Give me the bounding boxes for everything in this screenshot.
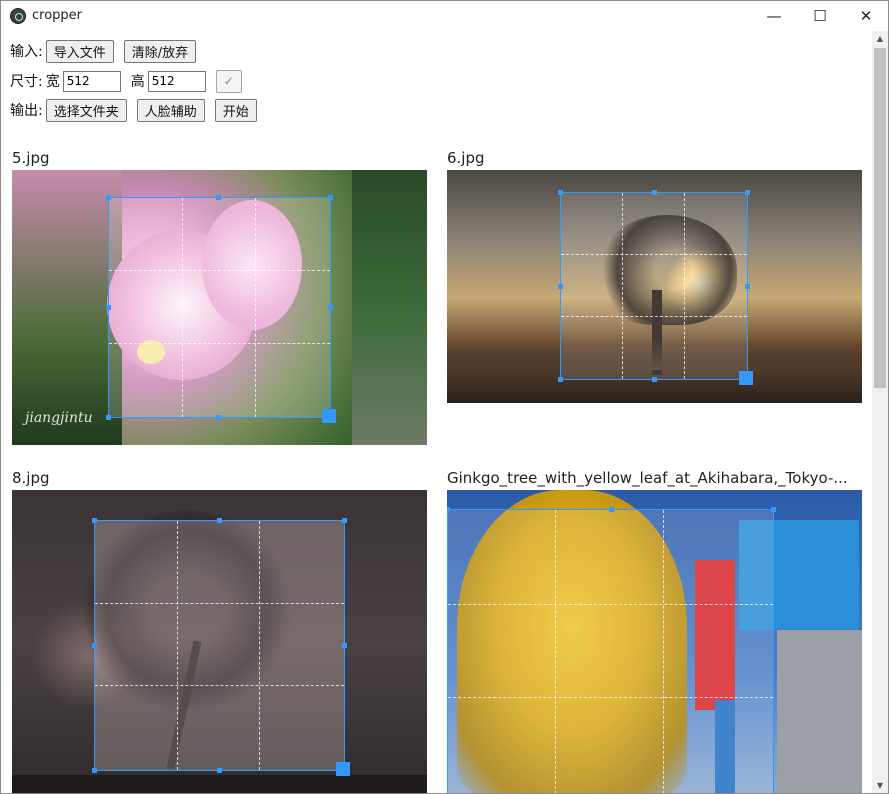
height-label: 高 — [130, 74, 145, 90]
size-row: 尺寸: 宽 高 ✓ — [10, 69, 242, 93]
crop-box[interactable] — [92, 518, 350, 776]
output-label: 输出: — [10, 103, 43, 119]
crop-resize-handle[interactable] — [322, 409, 336, 423]
image-preview-sunset-tree[interactable] — [447, 170, 862, 403]
confirm-size-button[interactable]: ✓ — [215, 69, 242, 93]
import-files-button[interactable]: 导入文件 — [45, 39, 114, 63]
image-filename: 8.jpg — [12, 469, 50, 487]
input-row: 输入: 导入文件 清除/放弃 — [10, 39, 206, 63]
image-preview-bare-tree[interactable] — [12, 490, 427, 793]
face-assist-button[interactable]: 人脸辅助 — [136, 98, 205, 122]
scrollbar-thumb[interactable] — [874, 48, 886, 388]
main-content: 输入: 导入文件 清除/放弃 尺寸: 宽 高 ✓ 输出: 选择文件夹 人脸辅助 … — [1, 31, 873, 793]
close-button[interactable]: ✕ — [843, 1, 888, 31]
crop-resize-handle[interactable] — [739, 371, 753, 385]
select-folder-button[interactable]: 选择文件夹 — [45, 98, 127, 122]
watermark-text: jiangjintu — [25, 410, 93, 426]
flower-background-right — [352, 170, 427, 445]
clear-button[interactable]: 清除/放弃 — [123, 39, 197, 63]
window-title: cropper — [32, 8, 83, 23]
width-label: 宽 — [45, 74, 60, 90]
crop-resize-handle[interactable] — [336, 762, 350, 776]
maximize-button[interactable]: ☐ — [797, 1, 843, 31]
crop-box[interactable] — [558, 190, 753, 385]
building — [777, 630, 862, 793]
app-window: cropper — ☐ ✕ 输入: 导入文件 清除/放弃 尺寸: 宽 高 ✓ 输… — [0, 0, 889, 794]
crop-box[interactable] — [106, 195, 336, 423]
output-row: 输出: 选择文件夹 人脸辅助 开始 — [10, 98, 267, 122]
image-filename: Ginkgo_tree_with_yellow_leaf_at_Akihabar… — [447, 469, 848, 487]
crop-box[interactable] — [447, 507, 776, 793]
title-bar: cropper — ☐ ✕ — [1, 1, 888, 31]
size-label: 尺寸: — [10, 74, 43, 90]
scroll-down-icon[interactable]: ▼ — [872, 778, 888, 793]
start-button[interactable]: 开始 — [214, 98, 257, 122]
image-preview-ginkgo-tree[interactable] — [447, 490, 862, 793]
scroll-up-icon[interactable]: ▲ — [872, 31, 888, 47]
image-filename: 6.jpg — [447, 149, 485, 167]
input-label: 输入: — [10, 44, 43, 60]
width-input[interactable] — [62, 70, 121, 92]
vertical-scrollbar[interactable]: ▲ ▼ — [872, 31, 888, 793]
image-filename: 5.jpg — [12, 149, 50, 167]
image-preview-flower[interactable]: jiangjintu — [12, 170, 427, 445]
ground — [12, 775, 427, 793]
app-icon — [10, 8, 26, 24]
minimize-button[interactable]: — — [751, 1, 797, 31]
height-input[interactable] — [147, 70, 206, 92]
